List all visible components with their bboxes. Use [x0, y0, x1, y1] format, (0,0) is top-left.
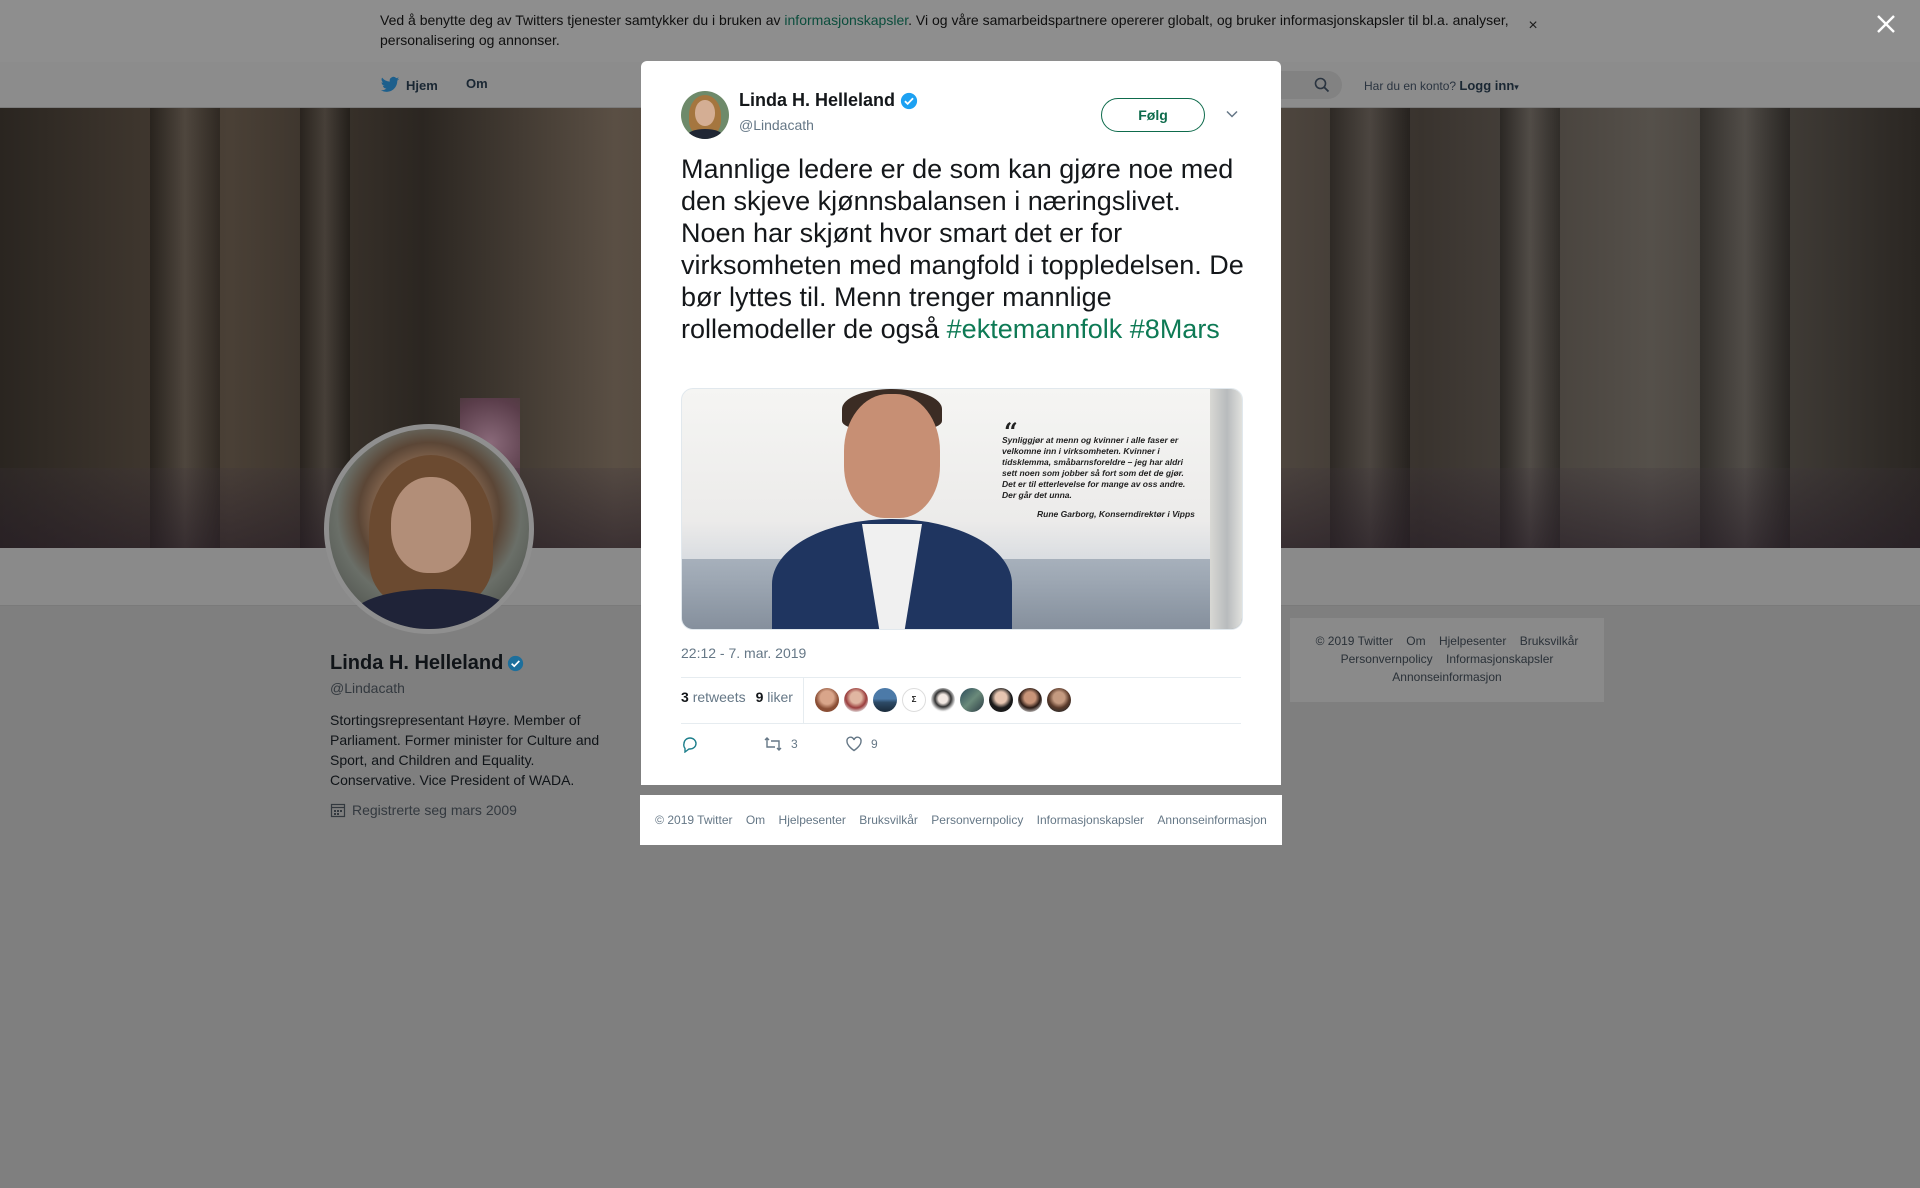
side-footer-privacy[interactable]: Personvernpolicy: [1341, 652, 1433, 666]
tweet-actions: 3 9: [681, 735, 927, 753]
tweet-text-line-2: Noen har skjønt hvor smart det er for vi…: [681, 217, 1251, 345]
liker-avatar[interactable]: [815, 688, 839, 712]
reply-button[interactable]: [681, 735, 763, 753]
liker-avatars: Σ: [815, 688, 1071, 712]
divider: [681, 723, 1241, 724]
cookie-close-button[interactable]: ×: [1524, 17, 1542, 35]
profile-name[interactable]: Linda H. Helleland: [330, 652, 524, 675]
verified-icon: [508, 655, 524, 672]
cookie-banner: Ved å benytte deg av Twitters tjenester …: [0, 0, 1920, 62]
like-count: 9: [871, 737, 878, 751]
tweet-author-avatar[interactable]: [681, 91, 729, 139]
login-caret-icon[interactable]: ▾: [1514, 82, 1519, 92]
footer-help[interactable]: Hjelpesenter: [779, 813, 846, 827]
nav-about-link[interactable]: Om: [466, 76, 488, 91]
liker-avatar[interactable]: [844, 688, 868, 712]
liker-avatar[interactable]: [1018, 688, 1042, 712]
tweet-author-name[interactable]: Linda H. Helleland: [739, 90, 918, 111]
retweet-icon: [764, 737, 782, 751]
reply-icon: [683, 737, 697, 753]
modal-footer: © 2019 Twitter Om Hjelpesenter Bruksvilk…: [640, 795, 1282, 845]
side-footer-about[interactable]: Om: [1406, 634, 1425, 648]
follow-button[interactable]: Følg: [1101, 98, 1205, 132]
media-quote-author: Rune Garborg, Konserndirektør i Vipps: [1037, 509, 1195, 519]
side-footer: © 2019 Twitter Om Hjelpesenter Bruksvilk…: [1290, 618, 1604, 702]
liker-avatar[interactable]: [989, 688, 1013, 712]
login-link[interactable]: Logg inn: [1459, 78, 1514, 93]
account-prompt-text: Har du en konto?: [1364, 79, 1457, 93]
stats-separator: [803, 677, 804, 723]
retweets-stat[interactable]: 3 retweets: [681, 689, 746, 705]
tweet-media-image[interactable]: “ Synliggjør at menn og kvinner i alle f…: [681, 388, 1243, 630]
like-button[interactable]: 9: [845, 735, 927, 753]
side-footer-cookies[interactable]: Informasjonskapsler: [1446, 652, 1553, 666]
likes-stat[interactable]: 9 liker: [756, 689, 793, 705]
liker-avatar[interactable]: [960, 688, 984, 712]
divider: [681, 677, 1241, 678]
profile-joined-text: Registrerte seg mars 2009: [352, 802, 517, 818]
liker-avatar[interactable]: [931, 688, 955, 712]
profile-avatar[interactable]: [324, 424, 534, 634]
retweets-count: 3: [681, 689, 689, 705]
likes-count: 9: [755, 689, 764, 705]
footer-terms[interactable]: Bruksvilkår: [859, 813, 918, 827]
liker-avatar[interactable]: [1047, 688, 1071, 712]
tweet-text: Mannlige ledere er de som kan gjøre noe …: [681, 153, 1251, 345]
liker-avatar[interactable]: Σ: [902, 688, 926, 712]
chevron-down-icon[interactable]: [1225, 107, 1239, 121]
like-icon: [846, 736, 862, 752]
tweet-text-line-1: Mannlige ledere er de som kan gjøre noe …: [681, 154, 1234, 216]
cookie-text-before: Ved å benytte deg av Twitters tjenester …: [380, 12, 785, 28]
side-footer-ads-info[interactable]: Annonseinformasjon: [1392, 670, 1501, 684]
close-icon[interactable]: [1874, 12, 1898, 36]
tweet-stats: 3 retweets 9 liker: [681, 689, 793, 705]
profile-joined: Registrerte seg mars 2009: [330, 802, 517, 818]
media-quote-text: Synliggjør at menn og kvinner i alle fas…: [1002, 435, 1186, 500]
calendar-icon: [330, 803, 346, 818]
footer-privacy[interactable]: Personvernpolicy: [931, 813, 1023, 827]
retweets-label: retweets: [692, 689, 746, 705]
liker-avatar[interactable]: [873, 688, 897, 712]
profile-name-text: Linda H. Helleland: [330, 652, 504, 674]
search-icon[interactable]: [1314, 77, 1330, 93]
nav-home-label: Hjem: [406, 77, 438, 93]
twitter-bird-icon: [380, 76, 400, 92]
cookie-text: Ved å benytte deg av Twitters tjenester …: [380, 10, 1520, 50]
footer-cookies[interactable]: Informasjonskapsler: [1037, 813, 1144, 827]
side-footer-terms[interactable]: Bruksvilkår: [1520, 634, 1579, 648]
tweet-modal: Linda H. Helleland @Lindacath Følg Mannl…: [641, 61, 1281, 785]
retweet-button[interactable]: 3: [763, 735, 845, 753]
footer-copyright: © 2019 Twitter: [655, 813, 733, 827]
footer-ads-info[interactable]: Annonseinformasjon: [1157, 813, 1266, 827]
likes-label: liker: [767, 689, 793, 705]
verified-icon: [900, 92, 918, 109]
tweet-author-handle[interactable]: @Lindacath: [739, 117, 814, 133]
profile-handle[interactable]: @Lindacath: [330, 680, 405, 696]
hashtag-link[interactable]: #8Mars: [1130, 314, 1220, 344]
nav-home-link[interactable]: Hjem: [380, 76, 438, 94]
tweet-author-name-text: Linda H. Helleland: [739, 90, 896, 110]
retweet-count: 3: [791, 737, 798, 751]
profile-bio: Stortingsrepresentant Høyre. Member of P…: [330, 712, 600, 788]
tweet-timestamp[interactable]: 22:12 - 7. mar. 2019: [681, 645, 806, 661]
side-footer-help[interactable]: Hjelpesenter: [1439, 634, 1506, 648]
account-prompt: Har du en konto? Logg inn▾: [1364, 78, 1519, 93]
side-footer-copyright: © 2019 Twitter: [1315, 634, 1393, 648]
cookie-link[interactable]: informasjonskapsler: [784, 12, 908, 28]
footer-about[interactable]: Om: [746, 813, 765, 827]
hashtag-link[interactable]: #ektemannfolk: [947, 314, 1123, 344]
